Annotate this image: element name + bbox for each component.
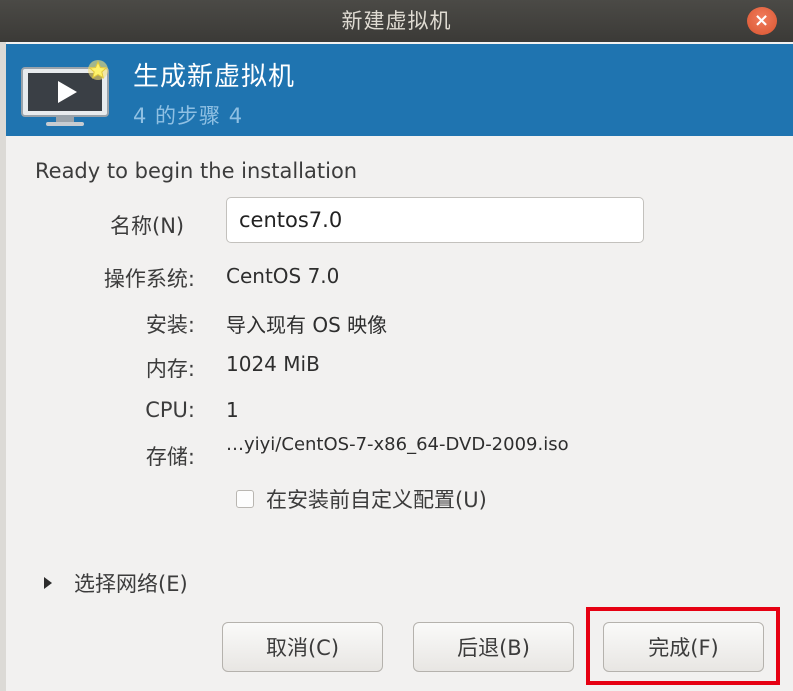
expander-arrow-icon[interactable]	[44, 577, 52, 589]
wizard-header: 生成新虚拟机 4 的步骤 4	[6, 44, 793, 136]
step-indicator: 4 的步骤 4	[133, 104, 244, 128]
customize-option[interactable]: 在安装前自定义配置(U)	[236, 484, 487, 514]
install-value: 导入现有 OS 映像	[226, 313, 388, 337]
titlebar: 新建虚拟机 ×	[0, 0, 793, 42]
install-label: 安装:	[145, 313, 195, 337]
os-value: CentOS 7.0	[226, 264, 340, 288]
header-title: 生成新虚拟机	[133, 62, 296, 92]
cancel-button[interactable]: 取消(C)	[222, 622, 383, 672]
name-input[interactable]	[226, 197, 644, 243]
network-label: 选择网络(E)	[74, 572, 188, 596]
storage-value: …yiyi/CentOS-7-x86_64-DVD-2009.iso	[226, 434, 569, 455]
close-button[interactable]: ×	[747, 7, 777, 35]
ready-heading: Ready to begin the installation	[35, 159, 358, 183]
new-vm-dialog: 新建虚拟机 × 生成新虚拟机 4 的步骤 4 Ready to begin th…	[0, 0, 793, 691]
customize-checkbox[interactable]	[236, 490, 254, 508]
monitor-play-icon	[21, 60, 109, 126]
cpu-value: 1	[226, 398, 239, 422]
window-title: 新建虚拟机	[341, 9, 452, 33]
memory-label: 内存:	[145, 357, 195, 381]
customize-label: 在安装前自定义配置(U)	[266, 488, 487, 512]
memory-value: 1024 MiB	[226, 352, 320, 376]
network-expander[interactable]: 选择网络(E)	[44, 568, 188, 598]
os-label: 操作系统:	[103, 267, 195, 291]
finish-highlight	[586, 607, 780, 685]
cpu-label: CPU:	[145, 398, 195, 422]
name-label: 名称(N)	[110, 214, 185, 238]
back-button[interactable]: 后退(B)	[413, 622, 574, 672]
window-edge	[0, 42, 6, 691]
storage-label: 存储:	[145, 445, 195, 469]
